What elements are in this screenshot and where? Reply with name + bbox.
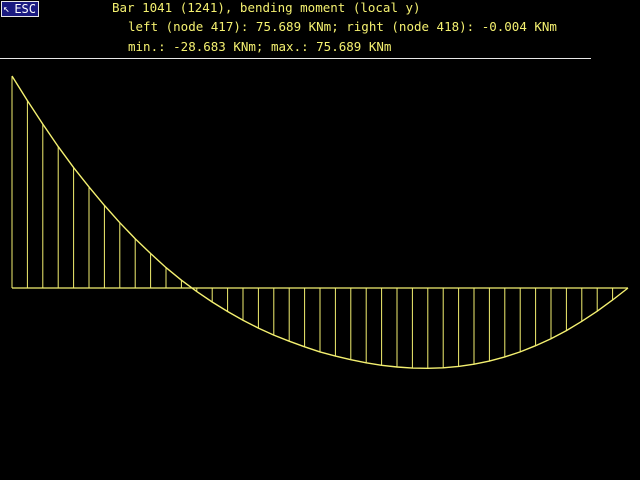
- diagram-ordinates: [11, 76, 629, 369]
- bending-moment-diagram: [11, 75, 629, 370]
